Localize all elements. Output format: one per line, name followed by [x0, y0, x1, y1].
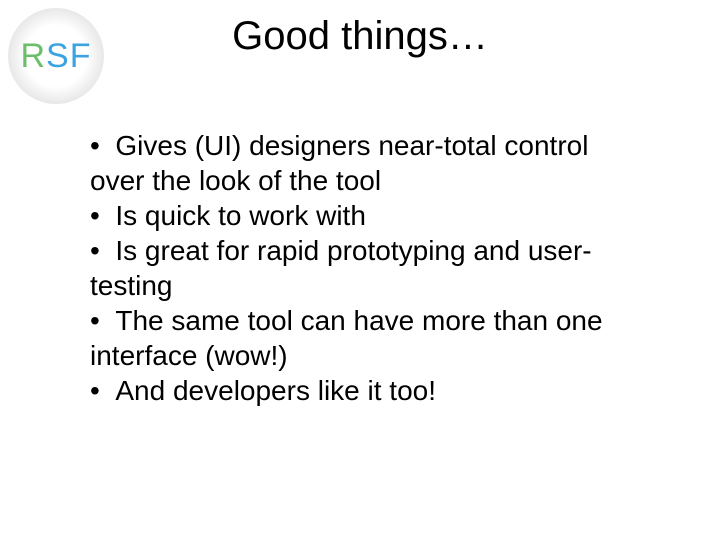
- list-item: • And developers like it too!: [90, 373, 650, 408]
- slide-title: Good things…: [0, 14, 720, 59]
- bullet-list: • Gives (UI) designers near-total contro…: [90, 128, 650, 408]
- bullet-text: Gives (UI) designers near-total control …: [90, 130, 588, 196]
- bullet-icon: •: [90, 375, 115, 406]
- list-item: • Gives (UI) designers near-total contro…: [90, 128, 650, 198]
- bullet-icon: •: [90, 200, 115, 231]
- bullet-text: Is great for rapid prototyping and user-…: [90, 235, 592, 301]
- list-item: • Is quick to work with: [90, 198, 650, 233]
- list-item: • Is great for rapid prototyping and use…: [90, 233, 650, 303]
- bullet-text: Is quick to work with: [115, 200, 366, 231]
- bullet-icon: •: [90, 130, 115, 161]
- bullet-icon: •: [90, 305, 115, 336]
- bullet-text: And developers like it too!: [115, 375, 436, 406]
- bullet-icon: •: [90, 235, 115, 266]
- list-item: • The same tool can have more than one i…: [90, 303, 650, 373]
- bullet-text: The same tool can have more than one int…: [90, 305, 603, 371]
